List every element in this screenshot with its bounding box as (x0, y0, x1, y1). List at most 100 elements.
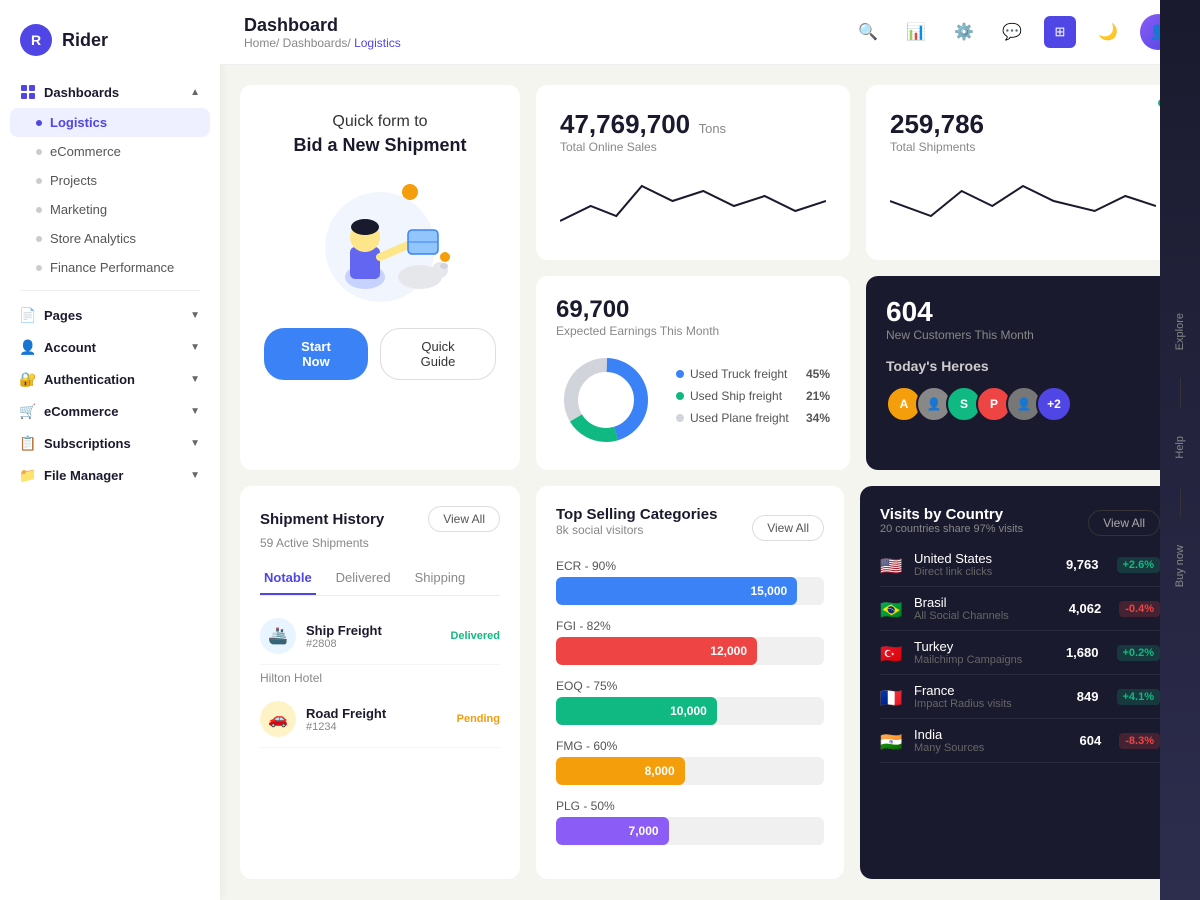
search-icon[interactable]: 🔍 (852, 16, 884, 48)
auth-icon: 🔐 (20, 371, 36, 387)
in-change: -8.3% (1119, 733, 1160, 749)
subscriptions-chevron: ▼ (190, 438, 200, 449)
file-manager-label: File Manager (44, 468, 123, 483)
file-manager-icon: 📁 (20, 467, 36, 483)
us-visits: 9,763 (1066, 557, 1099, 572)
account-group[interactable]: 👤 Account ▼ (0, 331, 220, 363)
us-source: Direct link clicks (914, 566, 1056, 578)
history-view-all[interactable]: View All (428, 506, 500, 532)
bar-plg-fill: 7,000 (556, 817, 669, 845)
projects-dot (36, 178, 42, 184)
br-source: All Social Channels (914, 610, 1059, 622)
bar-fgi-fill: 12,000 (556, 637, 757, 665)
form-buttons: Start Now Quick Guide (264, 328, 496, 380)
total-shipments-chart (890, 166, 1156, 236)
marketing-label: Marketing (50, 202, 107, 217)
settings-icon[interactable]: ⚙️ (948, 16, 980, 48)
dashboards-chevron: ▲ (190, 87, 200, 98)
ecommerce-top-group[interactable]: 🛒 eCommerce ▼ (0, 395, 220, 427)
in-info: India Many Sources (914, 727, 1070, 754)
subscriptions-label: Subscriptions (44, 436, 131, 451)
auth-group[interactable]: 🔐 Authentication ▼ (0, 363, 220, 395)
subscriptions-group[interactable]: 📋 Subscriptions ▼ (0, 427, 220, 459)
quick-guide-button[interactable]: Quick Guide (380, 328, 496, 380)
start-now-button[interactable]: Start Now (264, 328, 368, 380)
donut-chart (556, 350, 656, 450)
ecommerce-dot (36, 149, 42, 155)
earnings-label: Expected Earnings This Month (556, 324, 830, 338)
store-analytics-dot (36, 236, 42, 242)
sidebar-item-projects[interactable]: Projects (0, 166, 220, 195)
fr-source: Impact Radius visits (914, 698, 1067, 710)
country-br: 🇧🇷 Brasil All Social Channels 4,062 -0.4… (880, 587, 1160, 631)
tab-delivered[interactable]: Delivered (332, 562, 395, 595)
file-manager-chevron: ▼ (190, 470, 200, 481)
separator-1 (20, 290, 200, 291)
content-main: Quick form to Bid a New Shipment (220, 65, 1200, 900)
form-illustration (290, 172, 470, 312)
history-title: Shipment History (260, 511, 384, 528)
dashboards-group[interactable]: Dashboards ▲ (0, 76, 220, 108)
file-manager-group[interactable]: 📁 File Manager ▼ (0, 459, 220, 491)
plane-pct: 34% (806, 411, 830, 425)
bar-fgi-label: FGI - 82% (556, 619, 824, 633)
logistics-dot (36, 120, 42, 126)
sidebar-item-logistics[interactable]: Logistics (10, 108, 210, 137)
countries-title-group: Visits by Country 20 countries share 97%… (880, 506, 1023, 539)
buy-now-button[interactable]: Buy now (1170, 537, 1190, 595)
pages-group[interactable]: 📄 Pages ▼ (0, 299, 220, 331)
ship-pct: 21% (806, 389, 830, 403)
form-title-line1: Quick form to (332, 113, 427, 131)
moon-icon[interactable]: 🌙 (1092, 16, 1124, 48)
bar-fmg-fill: 8,000 (556, 757, 685, 785)
bar-fgi-track: 12,000 (556, 637, 824, 665)
country-us: 🇺🇸 United States Direct link clicks 9,76… (880, 543, 1160, 587)
earnings-card: 69,700 Expected Earnings This Month (536, 276, 850, 470)
legend-truck: Used Truck freight 45% (676, 367, 830, 381)
grid-icon[interactable]: ⊞ (1044, 16, 1076, 48)
in-flag: 🇮🇳 (880, 732, 904, 750)
message-icon[interactable]: 💬 (996, 16, 1028, 48)
bar-ecr-track: 15,000 (556, 577, 824, 605)
bar-chart-icon[interactable]: 📊 (900, 16, 932, 48)
tab-shipping[interactable]: Shipping (411, 562, 470, 595)
bar-eoq: EOQ - 75% 10,000 (556, 679, 824, 725)
countries-view-all[interactable]: View All (1088, 510, 1160, 536)
in-source: Many Sources (914, 742, 1070, 754)
bar-fmg: FMG - 60% 8,000 (556, 739, 824, 785)
sidebar-item-marketing[interactable]: Marketing (0, 195, 220, 224)
total-sales-label: Total Online Sales (560, 140, 826, 154)
form-title-line2: Bid a New Shipment (293, 135, 466, 156)
customers-heroes-card: 604 New Customers This Month Today's Her… (866, 276, 1180, 470)
account-chevron: ▼ (190, 342, 200, 353)
fr-info: France Impact Radius visits (914, 683, 1067, 710)
store-analytics-label: Store Analytics (50, 231, 136, 246)
us-change: +2.6% (1117, 557, 1161, 573)
selling-view-all[interactable]: View All (752, 515, 824, 541)
header-left: Dashboard Home/ Dashboards/ Logistics (244, 15, 401, 50)
sidebar-item-ecommerce[interactable]: eCommerce (0, 137, 220, 166)
bottom-grid: Shipment History View All 59 Active Ship… (240, 486, 1180, 879)
content: Quick form to Bid a New Shipment (220, 65, 1200, 900)
help-button[interactable]: Help (1170, 428, 1190, 467)
ship-label: Used Ship freight (690, 389, 782, 403)
sidebar-item-finance[interactable]: Finance Performance (0, 253, 220, 282)
total-shipments-value: 259,786 (890, 109, 1156, 140)
fr-flag: 🇫🇷 (880, 688, 904, 706)
tr-name: Turkey (914, 639, 1056, 654)
account-label: Account (44, 340, 96, 355)
customers-value: 604 (886, 296, 1160, 328)
tab-notable[interactable]: Notable (260, 562, 316, 595)
sidebar-item-store-analytics[interactable]: Store Analytics (0, 224, 220, 253)
sidebar: R Rider Dashboards ▲ Logistics (0, 0, 220, 900)
explore-button[interactable]: Explore (1170, 305, 1190, 358)
truck-label: Used Truck freight (690, 367, 787, 381)
total-sales-card: 47,769,700 Tons Total Online Sales (536, 85, 850, 260)
bar-plg: PLG - 50% 7,000 (556, 799, 824, 845)
history-tabs: Notable Delivered Shipping (260, 562, 500, 596)
tr-change: +0.2% (1117, 645, 1161, 661)
bar-fmg-track: 8,000 (556, 757, 824, 785)
plane-dot (676, 414, 684, 422)
selling-title: Top Selling Categories (556, 506, 717, 523)
total-shipments-label: Total Shipments (890, 140, 1156, 154)
